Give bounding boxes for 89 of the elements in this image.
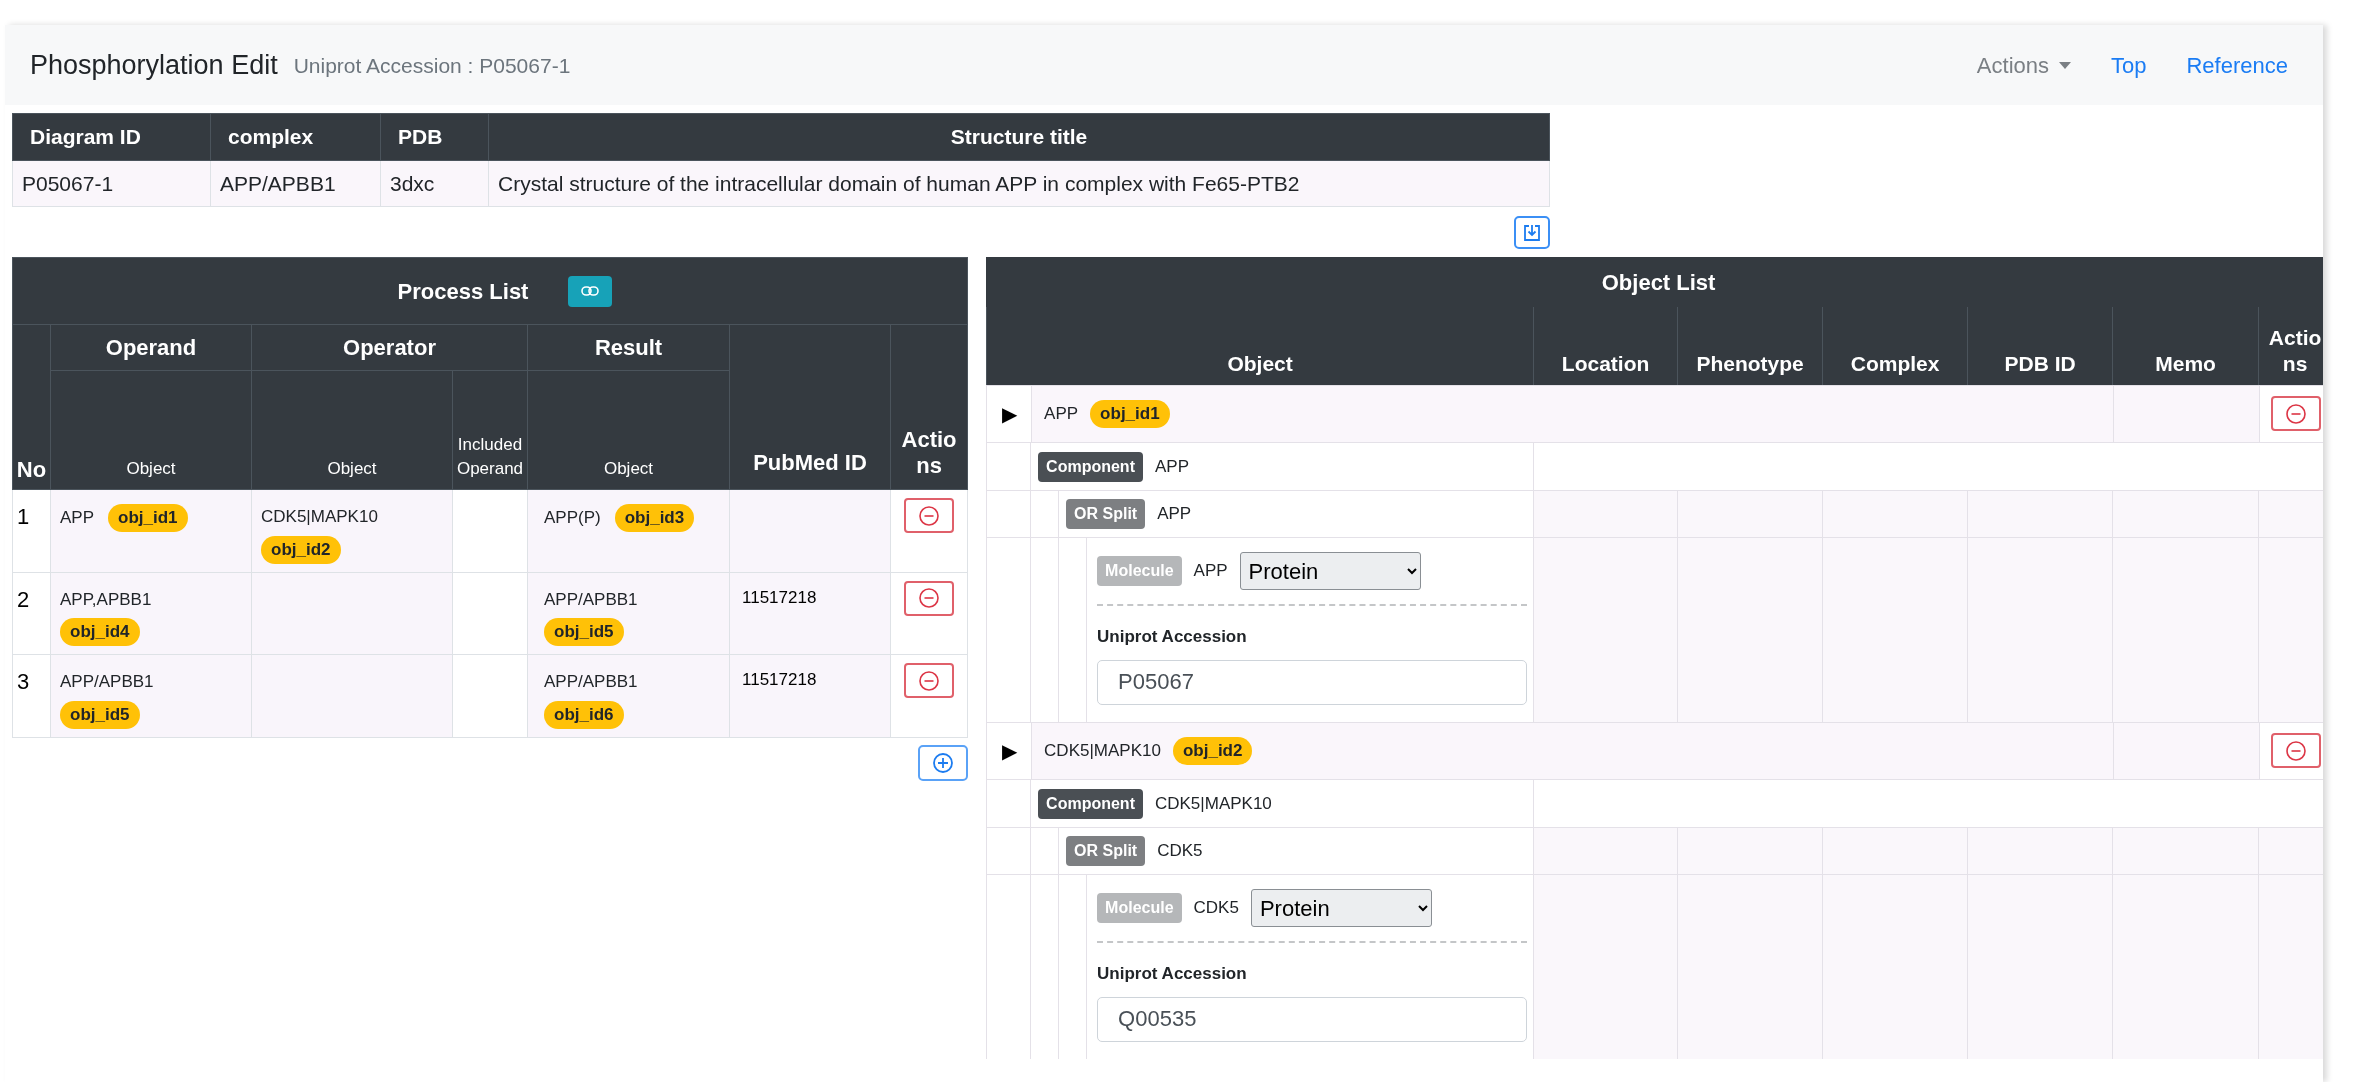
nav-link[interactable]: Top: [2111, 48, 2147, 82]
type-badge: Molecule: [1097, 893, 1182, 923]
object-id-badge: obj_id1: [108, 504, 188, 532]
column-header: complex: [210, 113, 381, 161]
field-label: Uniprot Accession: [1097, 626, 1248, 648]
table-cell: 11517218: [729, 572, 891, 655]
type-badge: Component: [1038, 451, 1143, 482]
minus-circle-icon: [918, 669, 941, 692]
download-icon: [1522, 222, 1542, 243]
object-name: APP: [1157, 503, 1192, 526]
object-name: CDK5: [1157, 840, 1203, 863]
column-subheader: Object: [251, 370, 453, 490]
object-name: APP: [1154, 455, 1189, 478]
table-cell: APP/APBB1: [210, 160, 381, 207]
object-name: APP: [60, 507, 95, 530]
column-header: PubMed ID: [729, 324, 891, 490]
column-header: Operator: [251, 324, 528, 371]
panel-title: Object List: [986, 257, 2323, 307]
object-name: CDK5|MAPK10: [1154, 792, 1272, 815]
object-id-badge: obj_id5: [544, 618, 624, 646]
plus-circle-icon: [932, 751, 955, 774]
row-number: 1: [12, 489, 51, 572]
table-cell: 11517218: [729, 654, 891, 737]
column-header: Operand: [50, 324, 252, 371]
object-name: APP,APBB1: [60, 588, 152, 611]
delete-button[interactable]: [904, 663, 955, 698]
row-number: 2: [12, 572, 51, 655]
link-icon: [581, 286, 600, 296]
object-id-badge: obj_id5: [60, 700, 140, 729]
object-id-badge: obj_id3: [614, 504, 695, 532]
object-name: APP/APBB1: [544, 588, 638, 611]
download-button[interactable]: [1514, 216, 1550, 249]
delete-button[interactable]: [2270, 396, 2321, 431]
column-subheader: Object: [50, 370, 252, 490]
object-name: APP/APBB1: [60, 671, 154, 693]
page-subtitle: Uniprot Accession : P05067-1: [293, 53, 571, 80]
nav-link[interactable]: Reference: [2186, 48, 2288, 82]
type-badge: Molecule: [1097, 556, 1182, 586]
molecule-type-select[interactable]: Protein: [1239, 552, 1421, 590]
column-header: Diagram ID: [12, 113, 211, 161]
minus-circle-icon: [918, 504, 941, 527]
link-button[interactable]: [568, 275, 613, 307]
column-subheader: Included Operand: [452, 370, 528, 490]
column-header: Structure title: [488, 113, 1550, 161]
page-title: Phosphorylation Edit: [30, 48, 278, 82]
minus-circle-icon: [2284, 402, 2307, 425]
column-header: Object: [986, 307, 1534, 385]
object-name: APP/APBB1: [544, 671, 638, 693]
delete-button[interactable]: [904, 580, 955, 616]
column-header: PDB ID: [1967, 307, 2113, 385]
column-header: Complex: [1822, 307, 1968, 385]
column-header: Memo: [2112, 307, 2259, 385]
table-cell: Crystal structure of the intracellular domain of human APP in complex with Fe65-PTB2: [488, 160, 1550, 207]
row-number: 3: [12, 654, 51, 737]
add-button[interactable]: [918, 744, 969, 781]
object-name: APP: [1193, 560, 1228, 583]
object-name: APP(P): [544, 507, 601, 530]
object-id-badge: obj_id1: [1090, 400, 1170, 428]
caret-down-icon: [2059, 61, 2071, 69]
type-badge: OR Split: [1066, 836, 1146, 866]
field-label: Uniprot Accession: [1097, 963, 1248, 985]
column-header: Result: [527, 324, 730, 371]
column-header: Actions: [2258, 307, 2323, 385]
minus-circle-icon: [918, 587, 941, 609]
minus-circle-icon: [2284, 739, 2307, 762]
object-name: CDK5|MAPK10: [1044, 740, 1161, 763]
column-header: No: [12, 324, 51, 490]
delete-button[interactable]: [904, 498, 955, 533]
object-id-badge: obj_id2: [1172, 737, 1253, 765]
table-cell: P05067-1: [12, 160, 211, 207]
column-header: Actions: [890, 324, 968, 490]
column-header: PDB: [380, 113, 489, 161]
molecule-type-select[interactable]: Protein: [1250, 889, 1432, 927]
delete-button[interactable]: [2270, 733, 2321, 768]
object-name: APP: [1044, 403, 1079, 426]
object-id-badge: obj_id6: [544, 700, 624, 729]
panel-title: Process List: [397, 277, 529, 306]
table-cell: 3dxc: [380, 160, 489, 207]
accession-input[interactable]: Q00535: [1097, 996, 1528, 1042]
object-id-badge: obj_id4: [60, 618, 140, 646]
actions-dropdown[interactable]: Actions: [1976, 48, 2071, 82]
accession-input[interactable]: P05067: [1097, 659, 1528, 705]
object-id-badge: obj_id2: [261, 535, 341, 564]
object-name: CDK5: [1193, 897, 1239, 920]
column-header: Location: [1533, 307, 1678, 385]
type-badge: OR Split: [1066, 499, 1146, 529]
type-badge: Component: [1038, 788, 1143, 819]
object-name: CDK5|MAPK10: [261, 506, 378, 528]
column-header: Phenotype: [1677, 307, 1823, 385]
